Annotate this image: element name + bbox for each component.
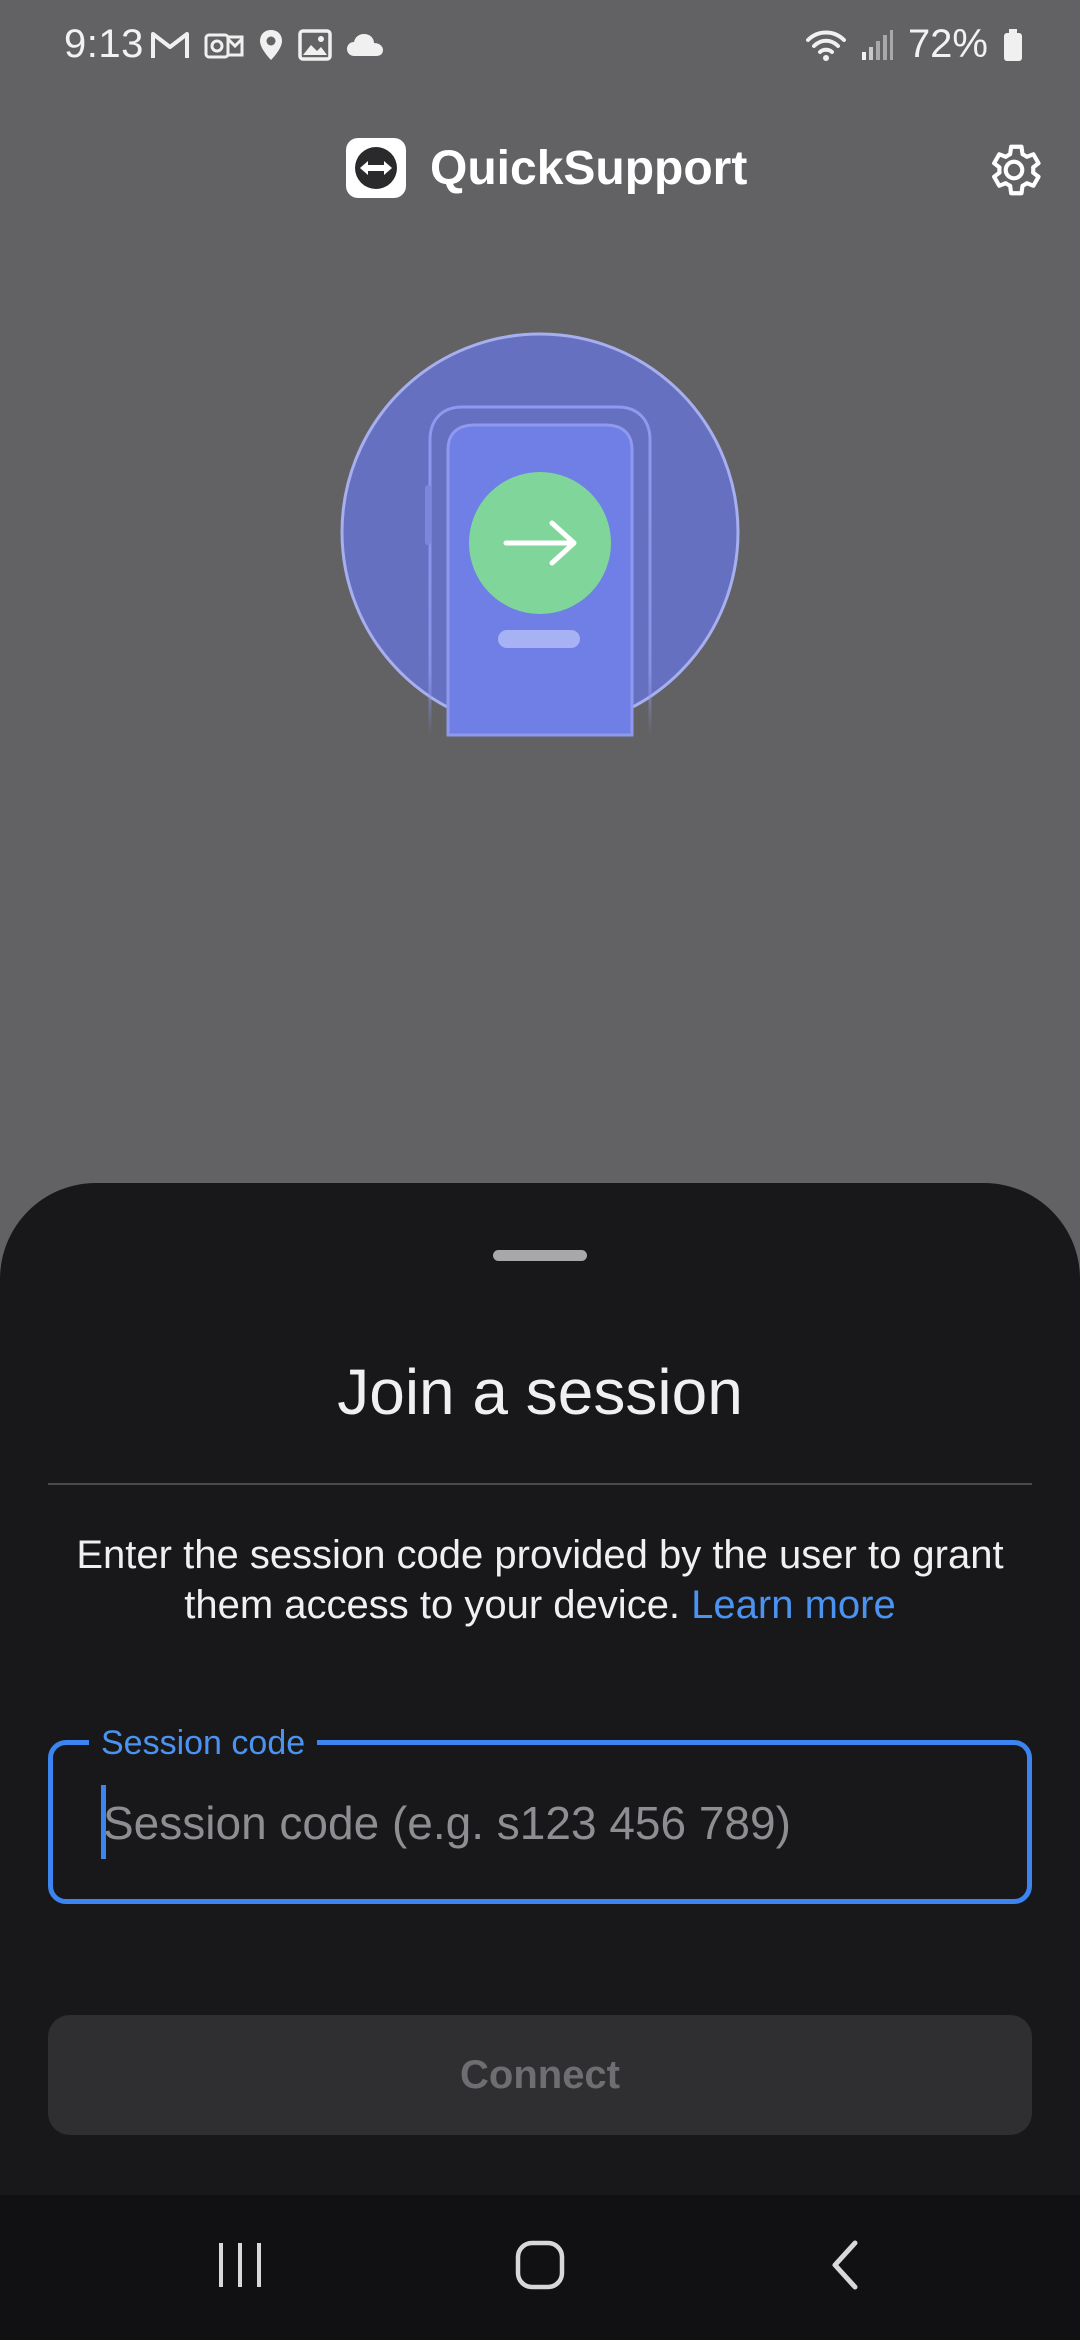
home-icon	[515, 2240, 565, 2290]
connect-button[interactable]: Connect	[48, 2015, 1032, 2135]
sheet-description: Enter the session code provided by the u…	[48, 1530, 1032, 1630]
recents-button[interactable]	[190, 2225, 290, 2305]
gmail-icon	[151, 32, 189, 58]
signal-icon	[861, 29, 893, 60]
drag-handle[interactable]	[493, 1250, 587, 1261]
sheet-title: Join a session	[337, 1356, 743, 1428]
back-icon	[832, 2240, 858, 2290]
back-button[interactable]	[795, 2225, 895, 2305]
session-code-field[interactable]: Session code	[48, 1723, 1032, 1904]
teamviewer-logo-icon	[346, 138, 406, 198]
app-brand: QuickSupport	[346, 138, 747, 198]
notification-icons	[150, 28, 384, 62]
battery-icon	[1004, 28, 1022, 61]
divider	[48, 1483, 1032, 1485]
system-status: 72%	[805, 22, 1024, 67]
app-header: QuickSupport	[0, 130, 1080, 210]
app-title: QuickSupport	[430, 141, 748, 195]
status-bar: 9:13 72%	[0, 0, 1080, 96]
gallery-icon	[298, 29, 332, 61]
wifi-icon	[805, 30, 846, 61]
location-icon	[260, 30, 282, 60]
gear-icon	[992, 144, 1041, 196]
outlook-icon	[204, 33, 244, 59]
recents-icon	[219, 2243, 261, 2287]
battery-percent: 72%	[907, 22, 988, 66]
settings-button[interactable]	[978, 134, 1050, 206]
learn-more-link[interactable]: Learn more	[691, 1583, 896, 1627]
text-cursor	[101, 1785, 106, 1859]
phone-connect-illustration	[330, 325, 750, 755]
session-code-label: Session code	[89, 1723, 318, 1763]
home-button[interactable]	[490, 2225, 590, 2305]
session-code-input[interactable]	[103, 1785, 983, 1861]
navigation-bar	[0, 2195, 1080, 2340]
status-time: 9:13	[64, 22, 144, 66]
join-session-sheet: Join a session Enter the session code pr…	[0, 1183, 1080, 2195]
cloud-icon	[347, 34, 383, 56]
